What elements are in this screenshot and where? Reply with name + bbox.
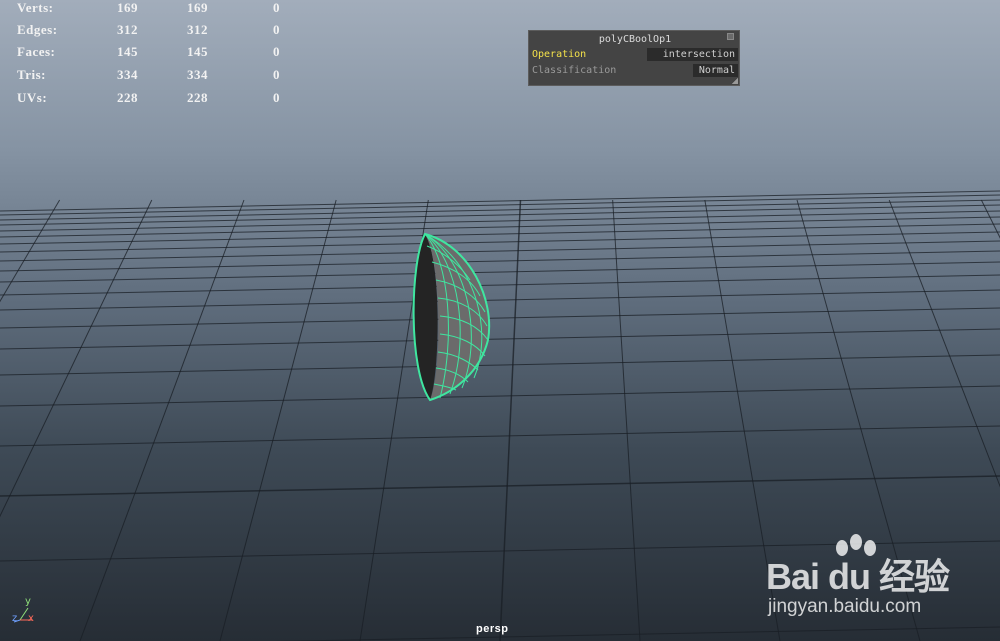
hud-value: 228	[187, 90, 208, 105]
hud-value: 0	[273, 0, 280, 15]
baidu-jingyan-watermark: Bai du 经验 jingyan.baidu.com	[766, 534, 1000, 641]
grid-line	[0, 274, 1000, 296]
watermark-logo-text: Bai du 经验	[766, 556, 950, 597]
grid-line	[0, 289, 1000, 311]
grid-line	[0, 425, 1000, 447]
grid-line	[0, 240, 1000, 262]
grid-line	[0, 199, 61, 303]
hud-value: 169	[117, 0, 138, 15]
hud-value: 0	[273, 67, 280, 82]
hud-label: Tris:	[17, 67, 46, 82]
operation-label: Operation	[532, 49, 587, 60]
grid-line	[0, 261, 1000, 283]
classification-row[interactable]: Classification Normal	[532, 64, 738, 78]
grid-line	[0, 210, 1000, 232]
grid-line	[0, 250, 1000, 272]
axis-z-label: z	[12, 613, 18, 624]
node-title: polyCBoolOp1	[598, 34, 672, 45]
grid-line	[612, 199, 641, 641]
hud-value: 145	[117, 44, 138, 59]
grid-line	[0, 475, 1000, 497]
classification-value-field[interactable]: Normal	[693, 64, 738, 77]
operation-value-field[interactable]: intersection	[647, 48, 738, 61]
axis-x-label: x	[28, 613, 34, 624]
hud-label: Edges:	[17, 22, 58, 37]
close-icon[interactable]	[727, 33, 734, 40]
grid-line	[0, 328, 1000, 350]
hud-value: 334	[187, 67, 208, 82]
grid-line	[499, 199, 522, 641]
hud-label: Faces:	[17, 44, 56, 59]
classification-label: Classification	[532, 65, 617, 76]
grid-line	[79, 199, 245, 641]
in-view-node-editor[interactable]: polyCBoolOp1 Operation intersection Clas…	[528, 30, 740, 86]
hud-label: Verts:	[17, 0, 54, 15]
axis-y-label: y	[25, 596, 31, 607]
hud-value: 228	[117, 90, 138, 105]
half-sphere-mesh[interactable]	[412, 232, 491, 402]
camera-name-label: persp	[476, 623, 509, 635]
grid-line	[0, 194, 1000, 216]
hud-value: 0	[273, 44, 280, 59]
hud-label: UVs:	[17, 90, 48, 105]
resize-grip-icon[interactable]	[732, 78, 738, 84]
grid-line	[0, 307, 1000, 329]
hud-value: 0	[273, 22, 280, 37]
grid-line	[0, 231, 1000, 253]
grid-line	[0, 199, 153, 518]
watermark-url: jingyan.baidu.com	[768, 596, 922, 617]
hud-value: 334	[117, 67, 138, 82]
operation-row[interactable]: Operation intersection	[532, 48, 738, 62]
hud-value: 312	[117, 22, 138, 37]
view-axis-indicator: y z x	[8, 596, 42, 630]
hud-value: 312	[187, 22, 208, 37]
hud-value: 0	[273, 90, 280, 105]
hud-value: 169	[187, 0, 208, 15]
grid-line	[0, 354, 1000, 376]
hud-value: 145	[187, 44, 208, 59]
